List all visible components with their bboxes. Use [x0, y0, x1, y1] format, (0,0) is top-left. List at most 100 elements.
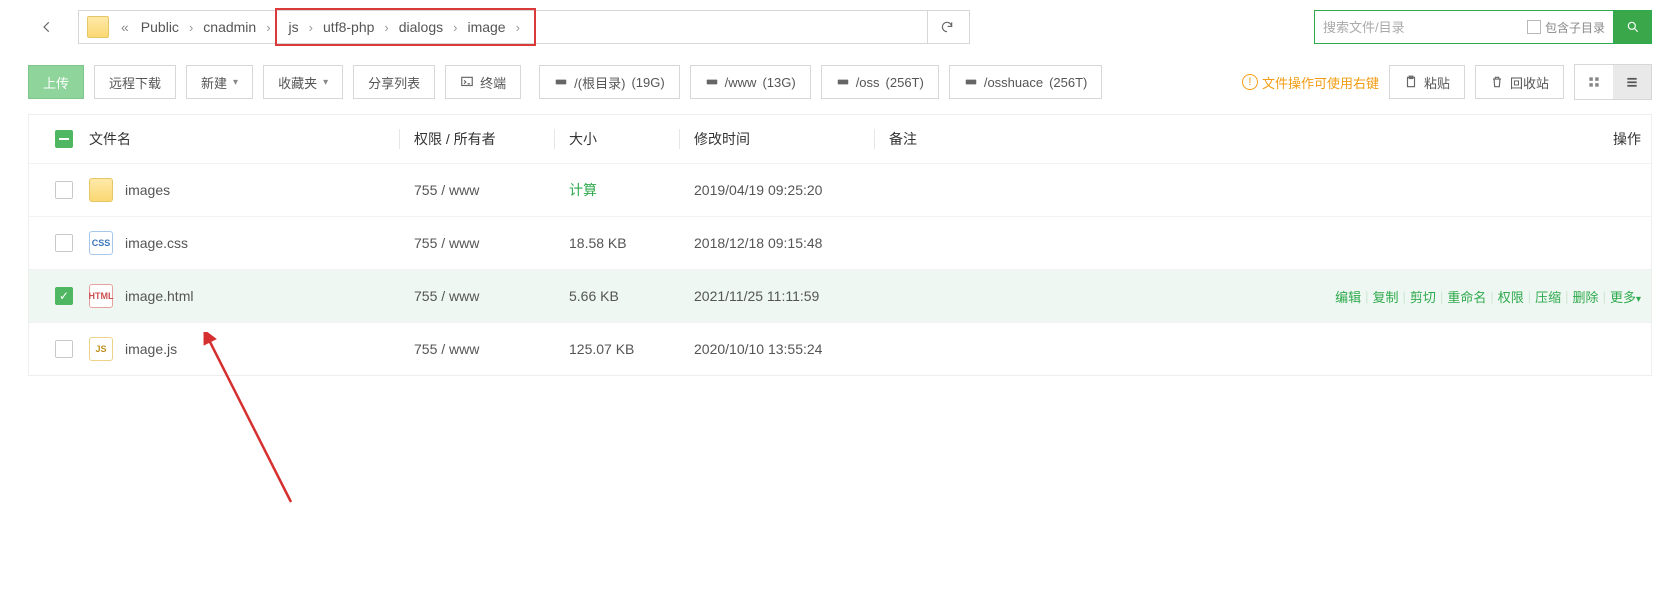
new-label: 新建 — [201, 73, 227, 92]
trash-icon — [1490, 75, 1504, 89]
action-more[interactable]: 更多▾ — [1610, 287, 1641, 306]
table-row[interactable]: ✓ HTML image.html 755 / www 5.66 KB 2021… — [29, 269, 1651, 322]
file-time: 2019/04/19 09:25:20 — [694, 182, 874, 198]
action-copy[interactable]: 复制 — [1373, 287, 1399, 306]
file-size: 5.66 KB — [569, 288, 679, 304]
storage-label: /(根目录) — [574, 73, 625, 92]
share-list-button[interactable]: 分享列表 — [353, 65, 435, 99]
chevron-right-icon: › — [305, 20, 317, 35]
paste-label: 粘贴 — [1424, 73, 1450, 92]
chevron-down-icon: ▾ — [1636, 294, 1641, 305]
fav-label: 收藏夹 — [278, 73, 317, 92]
row-checkbox[interactable]: ✓ — [55, 287, 73, 305]
grid-icon — [1587, 75, 1601, 89]
recycle-bin-button[interactable]: 回收站 — [1475, 65, 1564, 99]
folder-icon — [87, 16, 109, 38]
disk-icon — [705, 75, 719, 89]
breadcrumb-item[interactable]: image — [461, 11, 511, 43]
info-icon: ! — [1242, 74, 1258, 90]
search-button[interactable] — [1614, 10, 1652, 44]
file-size: 125.07 KB — [569, 341, 679, 357]
col-note[interactable]: 备注 — [889, 129, 1281, 149]
file-size: 18.58 KB — [569, 235, 679, 251]
table-header: 文件名 权限 / 所有者 大小 修改时间 备注 操作 — [29, 115, 1651, 163]
hint-text: 文件操作可使用右键 — [1262, 73, 1379, 92]
storage-tab-osshuace[interactable]: /osshuace (256T) — [949, 65, 1103, 99]
file-name[interactable]: image.js — [125, 341, 177, 357]
terminal-button[interactable]: 终端 — [445, 65, 521, 99]
storage-label: /oss — [856, 75, 880, 90]
action-cut[interactable]: 剪切 — [1410, 287, 1436, 306]
chevron-down-icon: ▾ — [233, 77, 238, 88]
breadcrumb-item[interactable]: utf8-php — [317, 11, 380, 43]
js-file-icon: JS — [89, 337, 113, 361]
new-button[interactable]: 新建 ▾ — [186, 65, 253, 99]
storage-tab-root[interactable]: /(根目录) (19G) — [539, 65, 680, 99]
storage-size: (13G) — [762, 75, 795, 90]
search-icon — [1626, 20, 1640, 34]
action-delete[interactable]: 删除 — [1573, 287, 1599, 306]
share-label: 分享列表 — [368, 73, 420, 92]
include-subdir-checkbox[interactable]: 包含子目录 — [1527, 19, 1605, 36]
remote-download-button[interactable]: 远程下载 — [94, 65, 176, 99]
action-edit[interactable]: 编辑 — [1335, 287, 1361, 306]
storage-label: /osshuace — [984, 75, 1043, 90]
html-file-icon: HTML — [89, 284, 113, 308]
search-box[interactable]: 包含子目录 — [1314, 10, 1614, 44]
chevron-right-icon: › — [185, 20, 197, 35]
breadcrumb-item[interactable]: dialogs — [393, 11, 449, 43]
favorites-button[interactable]: 收藏夹 ▾ — [263, 65, 343, 99]
css-file-icon: CSS — [89, 231, 113, 255]
storage-label: /www — [725, 75, 757, 90]
table-row[interactable]: JS image.js 755 / www 125.07 KB 2020/10/… — [29, 322, 1651, 375]
list-icon — [1625, 75, 1639, 89]
back-button[interactable] — [28, 10, 66, 44]
action-perm[interactable]: 权限 — [1498, 287, 1524, 306]
chevron-down-icon: ▾ — [323, 77, 328, 88]
col-size[interactable]: 大小 — [569, 129, 679, 149]
table-row[interactable]: images 755 / www 计算 2019/04/19 09:25:20 — [29, 163, 1651, 216]
col-perm[interactable]: 权限 / 所有者 — [414, 129, 554, 149]
file-time: 2020/10/10 13:55:24 — [694, 341, 874, 357]
table-row[interactable]: CSS image.css 755 / www 18.58 KB 2018/12… — [29, 216, 1651, 269]
upload-label: 上传 — [43, 73, 69, 92]
list-view-button[interactable] — [1613, 65, 1651, 99]
storage-tab-www[interactable]: /www (13G) — [690, 65, 811, 99]
col-name[interactable]: 文件名 — [89, 129, 399, 149]
row-actions: 编辑| 复制| 剪切| 重命名| 权限| 压缩| 删除| 更多▾ — [1281, 287, 1641, 306]
select-all-checkbox[interactable] — [55, 130, 73, 148]
file-perm: 755 / www — [414, 341, 554, 357]
action-zip[interactable]: 压缩 — [1535, 287, 1561, 306]
calc-size-button[interactable]: 计算 — [569, 182, 597, 198]
upload-button[interactable]: 上传 — [28, 65, 84, 99]
action-rename[interactable]: 重命名 — [1447, 287, 1486, 306]
include-subdir-label: 包含子目录 — [1545, 19, 1605, 36]
storage-size: (256T) — [886, 75, 924, 90]
row-checkbox[interactable] — [55, 340, 73, 358]
grid-view-button[interactable] — [1575, 65, 1613, 99]
paste-button[interactable]: 粘贴 — [1389, 65, 1465, 99]
file-name[interactable]: images — [125, 182, 170, 198]
file-name[interactable]: image.css — [125, 235, 188, 251]
breadcrumb-root-icon[interactable]: « — [115, 19, 135, 35]
terminal-icon — [460, 75, 474, 89]
disk-icon — [836, 75, 850, 89]
breadcrumb-item[interactable]: cnadmin — [197, 11, 262, 43]
chevron-right-icon: › — [512, 20, 524, 35]
col-time[interactable]: 修改时间 — [694, 129, 874, 149]
search-input[interactable] — [1323, 20, 1527, 35]
chevron-right-icon: › — [262, 20, 274, 35]
file-name[interactable]: image.html — [125, 288, 193, 304]
file-time: 2021/11/25 11:11:59 — [694, 288, 874, 304]
row-checkbox[interactable] — [55, 234, 73, 252]
row-checkbox[interactable] — [55, 181, 73, 199]
address-bar[interactable]: « Public › cnadmin › js › utf8-php › dia… — [78, 10, 970, 44]
file-perm: 755 / www — [414, 235, 554, 251]
breadcrumb-item[interactable]: js — [283, 11, 305, 43]
refresh-button[interactable] — [927, 10, 965, 44]
breadcrumb-item[interactable]: Public — [135, 11, 185, 43]
chevron-right-icon: › — [380, 20, 392, 35]
storage-tab-oss[interactable]: /oss (256T) — [821, 65, 939, 99]
chevron-right-icon: › — [449, 20, 461, 35]
view-mode-toggle — [1574, 64, 1652, 100]
